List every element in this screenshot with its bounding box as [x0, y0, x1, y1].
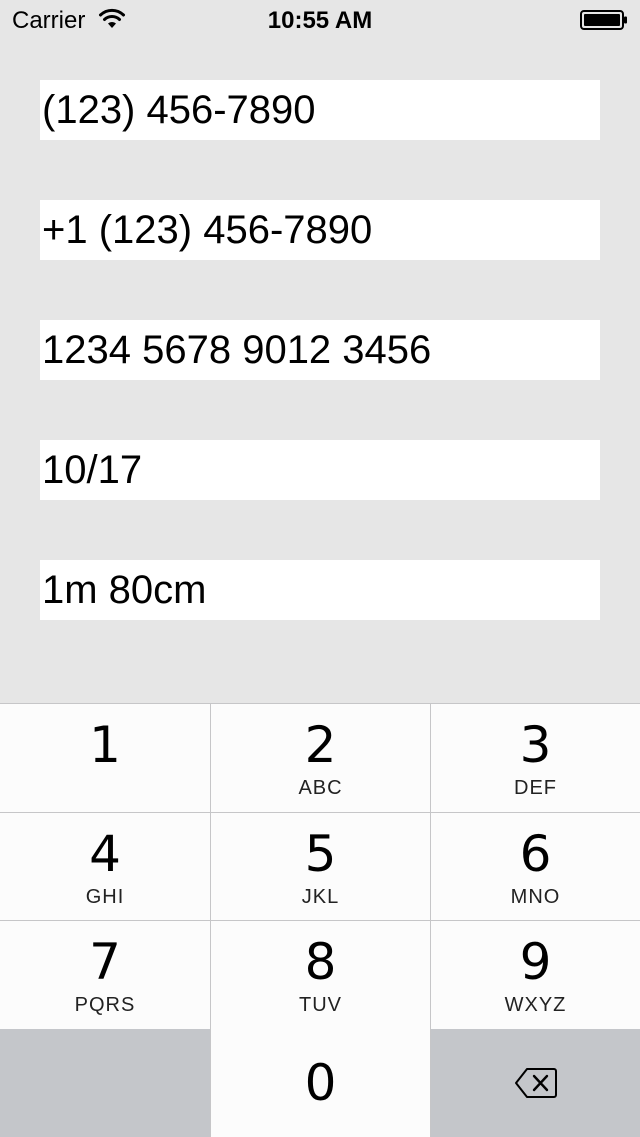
key-3[interactable]: 3 DEF [431, 704, 640, 813]
delete-key[interactable] [431, 1029, 640, 1137]
key-letters: ABC [298, 777, 343, 799]
key-digit: 8 [304, 933, 337, 991]
card-number-field[interactable]: 1234 5678 9012 3456 [40, 320, 600, 380]
key-5[interactable]: 5 JKL [210, 813, 431, 921]
key-letters: WXYZ [504, 994, 567, 1016]
key-digit: 3 [519, 716, 552, 774]
key-digit: 1 [89, 716, 121, 774]
key-letters: JKL [301, 886, 340, 908]
key-letters: TUV [299, 994, 342, 1016]
phone-number-field[interactable]: (123) 456-7890 [40, 80, 600, 140]
expiry-date-field[interactable]: 10/17 [40, 440, 600, 500]
key-letters: MNO [510, 886, 561, 908]
key-digit: 6 [519, 825, 552, 883]
key-6[interactable]: 6 MNO [431, 813, 640, 921]
status-bar: Carrier 10:55 AM [0, 0, 640, 40]
international-phone-field[interactable]: +1 (123) 456-7890 [40, 200, 600, 260]
key-digit: 0 [304, 1054, 337, 1112]
key-digit: 7 [89, 933, 121, 991]
key-digit: 5 [304, 825, 337, 883]
key-2[interactable]: 2 ABC [210, 704, 431, 813]
key-4[interactable]: 4 GHI [0, 813, 210, 921]
key-blank [0, 1029, 210, 1137]
key-0[interactable]: 0 [210, 1029, 431, 1137]
key-digit: 9 [519, 933, 552, 991]
key-7[interactable]: 7 PQRS [0, 921, 210, 1029]
battery-full-icon [580, 10, 627, 30]
backspace-icon [515, 1068, 557, 1098]
key-digit: 2 [304, 716, 337, 774]
number-keypad: 1 2 ABC 3 DEF 4 GHI 5 JKL 6 MNO 7 PQRS 8… [0, 703, 640, 1137]
key-9[interactable]: 9 WXYZ [431, 921, 640, 1029]
key-letters: GHI [85, 886, 125, 908]
key-8[interactable]: 8 TUV [210, 921, 431, 1029]
key-1[interactable]: 1 [0, 704, 210, 813]
key-digit: 4 [89, 825, 121, 883]
key-letters: PQRS [74, 994, 136, 1016]
key-letters: DEF [514, 777, 557, 799]
status-time: 10:55 AM [267, 7, 373, 34]
height-field[interactable]: 1m 80cm [40, 560, 600, 620]
